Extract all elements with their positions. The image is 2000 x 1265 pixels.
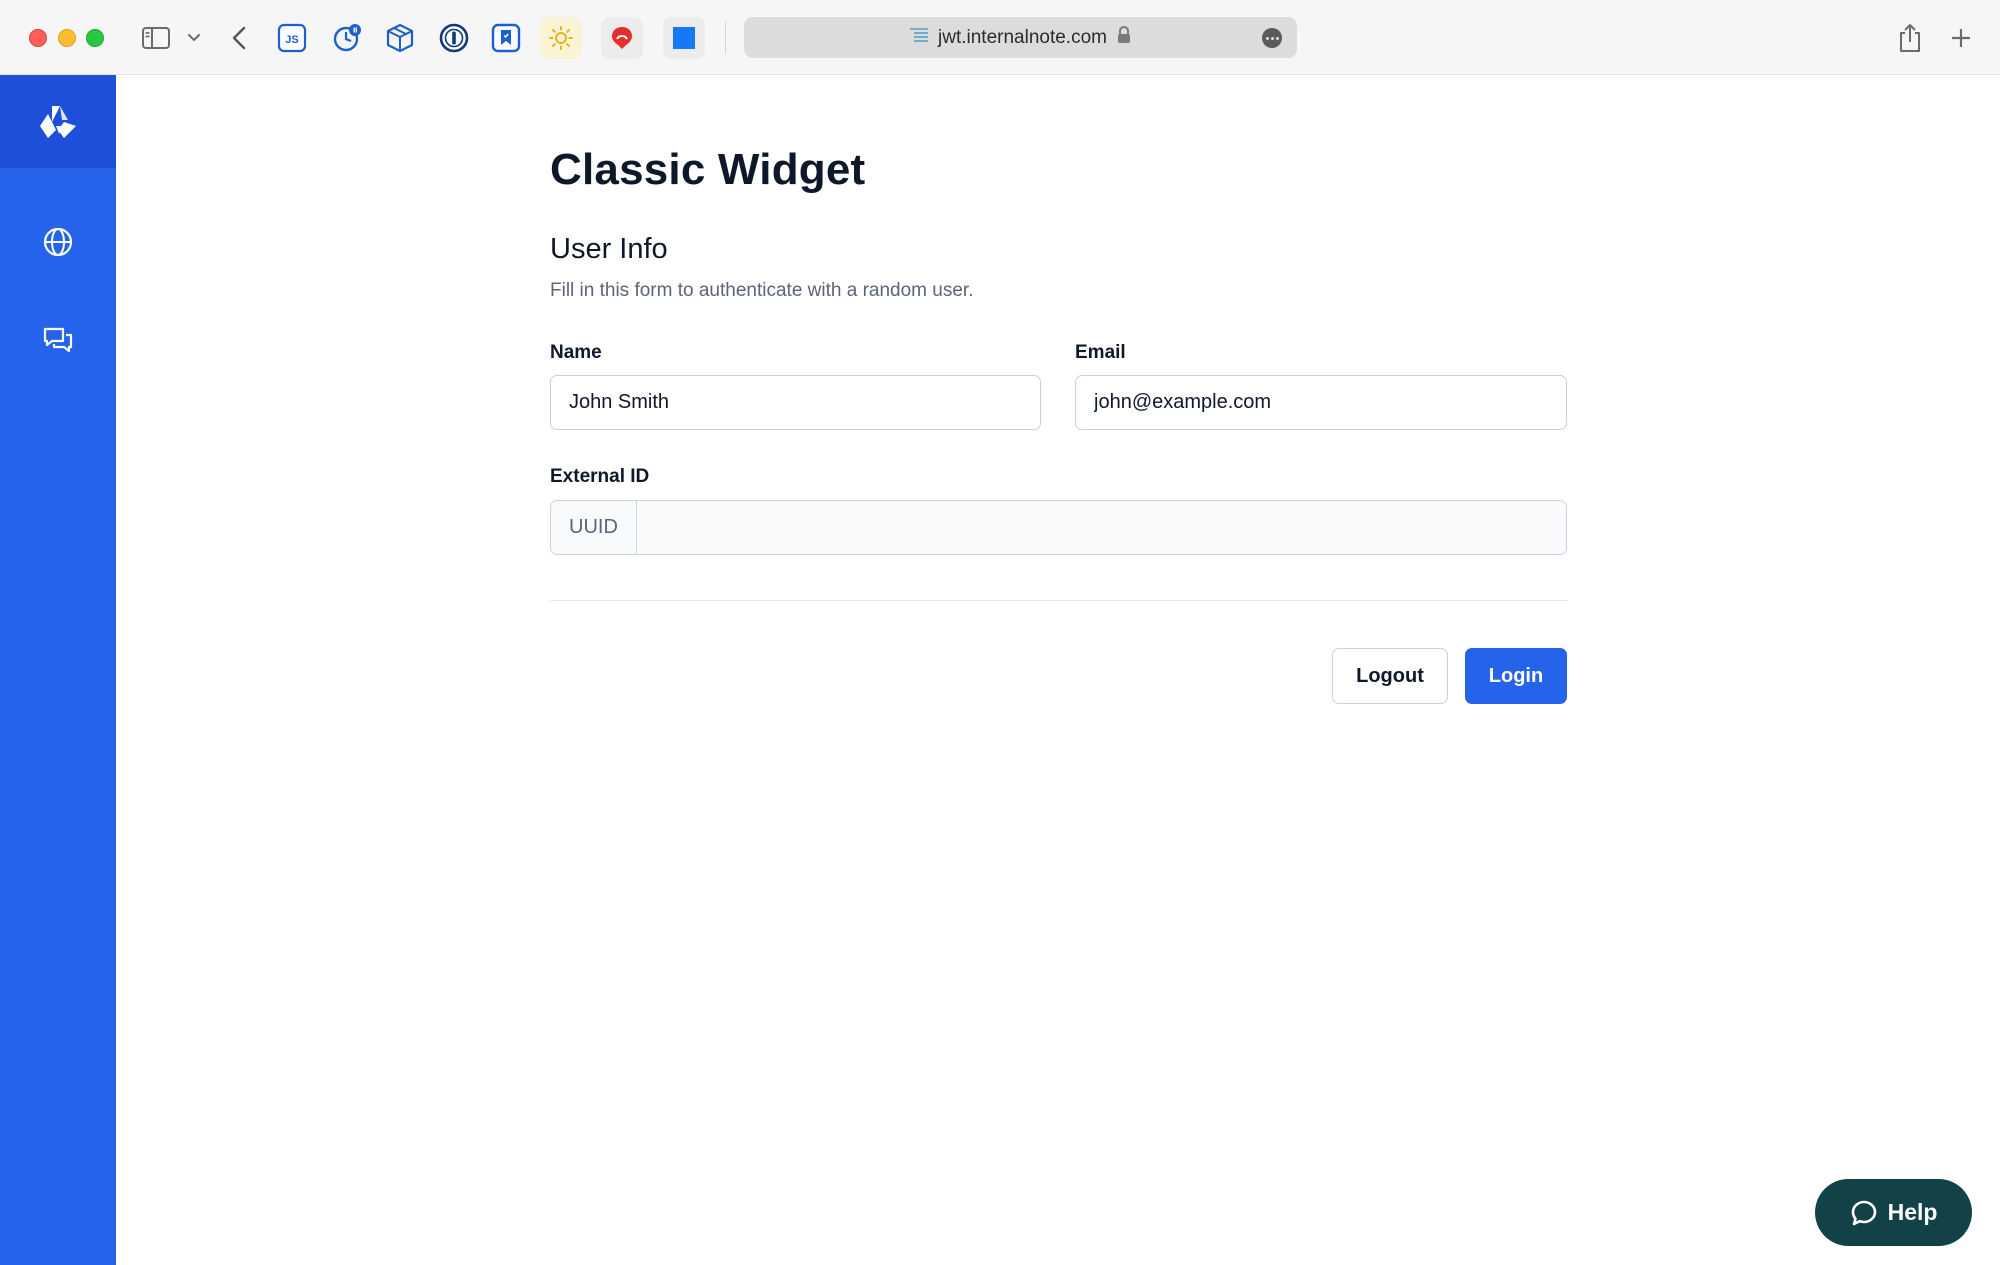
globe-icon — [43, 227, 73, 257]
zoom-window-button[interactable] — [86, 29, 104, 47]
share-icon[interactable] — [1895, 20, 1925, 56]
close-window-button[interactable] — [29, 29, 47, 47]
sun-icon[interactable] — [540, 17, 582, 59]
js-extension-icon[interactable]: JS — [276, 20, 308, 56]
external-id-group: UUID — [550, 500, 1567, 555]
section-description: Fill in this form to authenticate with a… — [550, 280, 974, 301]
email-field[interactable] — [1075, 375, 1567, 430]
name-field[interactable] — [550, 375, 1041, 430]
page-title: Classic Widget — [550, 145, 866, 194]
sidebar-item-globe[interactable] — [38, 222, 78, 262]
password-manager-icon[interactable] — [437, 20, 471, 56]
external-id-prefix: UUID — [551, 501, 637, 554]
app-logo[interactable] — [0, 75, 116, 168]
reader-lines-icon — [910, 27, 929, 49]
more-options-icon[interactable] — [1262, 28, 1282, 48]
logo-mark-icon — [40, 105, 76, 138]
package-cube-icon[interactable] — [383, 20, 417, 56]
email-label: Email — [1075, 342, 1126, 363]
app-sidebar — [0, 75, 116, 1265]
browser-toolbar: JS jwt.internalnote.com — [0, 0, 2000, 75]
svg-text:JS: JS — [285, 34, 298, 46]
sidebar-toggle-icon[interactable] — [140, 20, 172, 56]
name-label: Name — [550, 342, 602, 363]
bookmark-icon[interactable] — [489, 20, 523, 56]
new-tab-plus-icon[interactable] — [1948, 20, 1974, 56]
chat-bubble-icon — [1851, 1200, 1876, 1225]
address-bar[interactable]: jwt.internalnote.com — [744, 17, 1297, 58]
help-button[interactable]: Help — [1815, 1179, 1972, 1246]
clock-badge-icon[interactable] — [330, 20, 364, 56]
toolbar-divider — [725, 22, 726, 54]
section-title: User Info — [550, 233, 668, 265]
blue-square-icon[interactable] — [663, 17, 705, 59]
external-id-label: External ID — [550, 466, 650, 487]
url-text: jwt.internalnote.com — [938, 26, 1107, 48]
sidebar-item-chat[interactable] — [38, 321, 78, 361]
raindrop-icon[interactable] — [601, 17, 643, 59]
back-arrow-icon[interactable] — [228, 20, 250, 56]
chat-bubbles-icon — [43, 327, 73, 353]
form-divider — [550, 600, 1567, 601]
help-label: Help — [1887, 1199, 1938, 1225]
logout-button[interactable]: Logout — [1332, 648, 1448, 704]
login-button[interactable]: Login — [1465, 648, 1567, 704]
minimize-window-button[interactable] — [58, 29, 76, 47]
external-id-field[interactable] — [637, 501, 1566, 554]
chevron-down-icon[interactable] — [184, 20, 204, 56]
lock-icon — [1117, 25, 1131, 50]
